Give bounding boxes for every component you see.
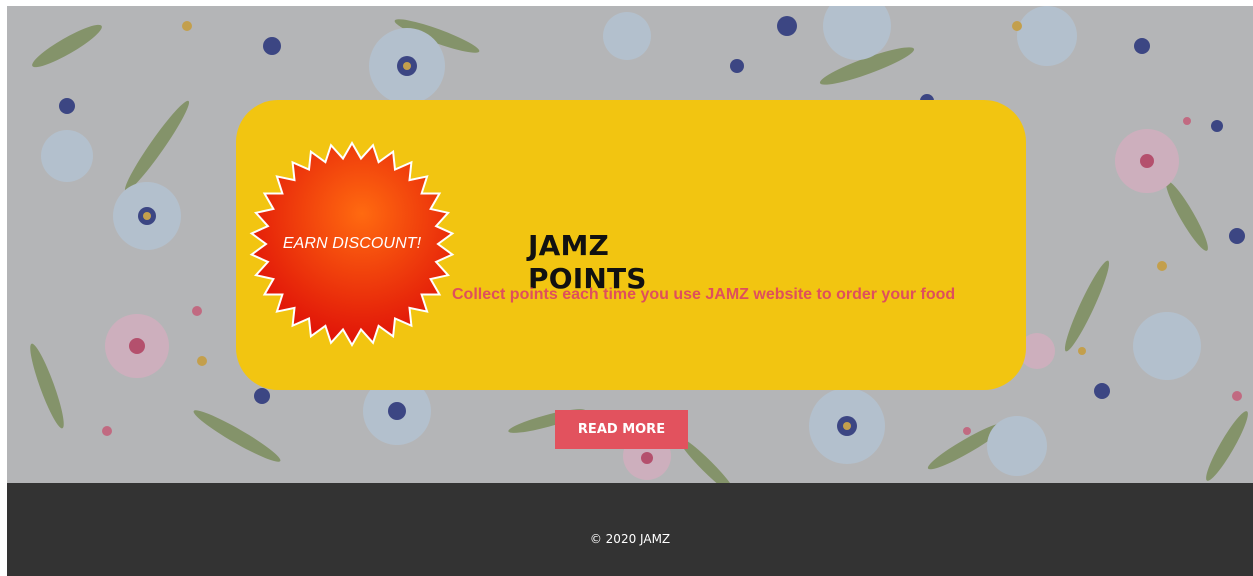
read-more-button[interactable]: READ MORE: [555, 410, 688, 449]
copyright-text: © 2020 JAMZ: [589, 532, 671, 546]
hero-section: EARN DISCOUNT! JAMZ POINTS Collect point…: [7, 6, 1253, 483]
earn-discount-badge: EARN DISCOUNT!: [248, 140, 456, 348]
badge-text: EARN DISCOUNT!: [282, 235, 422, 252]
footer: © 2020 JAMZ: [7, 483, 1253, 576]
page: EARN DISCOUNT! JAMZ POINTS Collect point…: [7, 6, 1253, 576]
promo-subtitle: Collect points each time you use JAMZ we…: [452, 286, 956, 303]
promo-card: EARN DISCOUNT! JAMZ POINTS Collect point…: [236, 100, 1026, 390]
